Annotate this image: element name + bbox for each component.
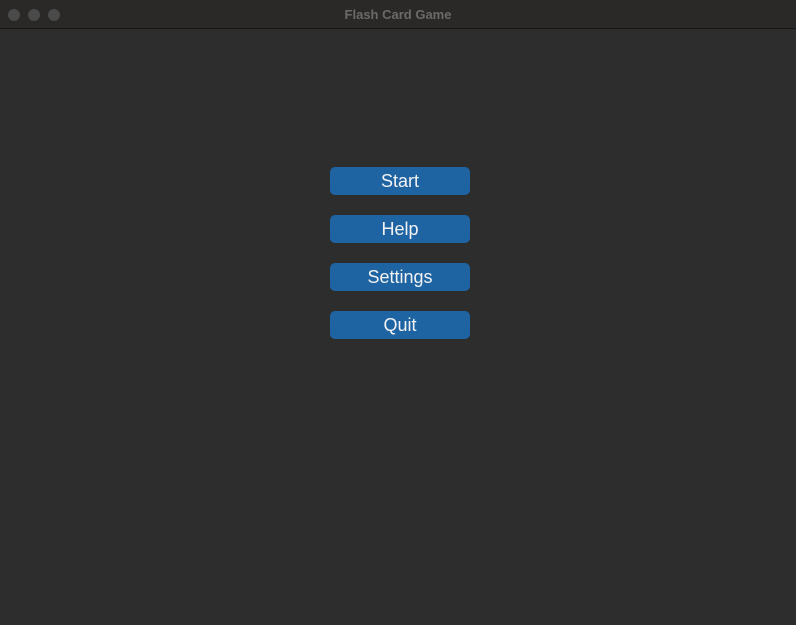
title-bar[interactable]: Flash Card Game [0, 0, 796, 29]
main-menu: Start Help Settings Quit [330, 167, 470, 359]
window-title: Flash Card Game [344, 7, 452, 22]
app-window: Flash Card Game Start Help Settings Quit [0, 0, 796, 625]
help-button[interactable]: Help [330, 215, 470, 243]
quit-button[interactable]: Quit [330, 311, 470, 339]
settings-button[interactable]: Settings [330, 263, 470, 291]
start-button[interactable]: Start [330, 167, 470, 195]
